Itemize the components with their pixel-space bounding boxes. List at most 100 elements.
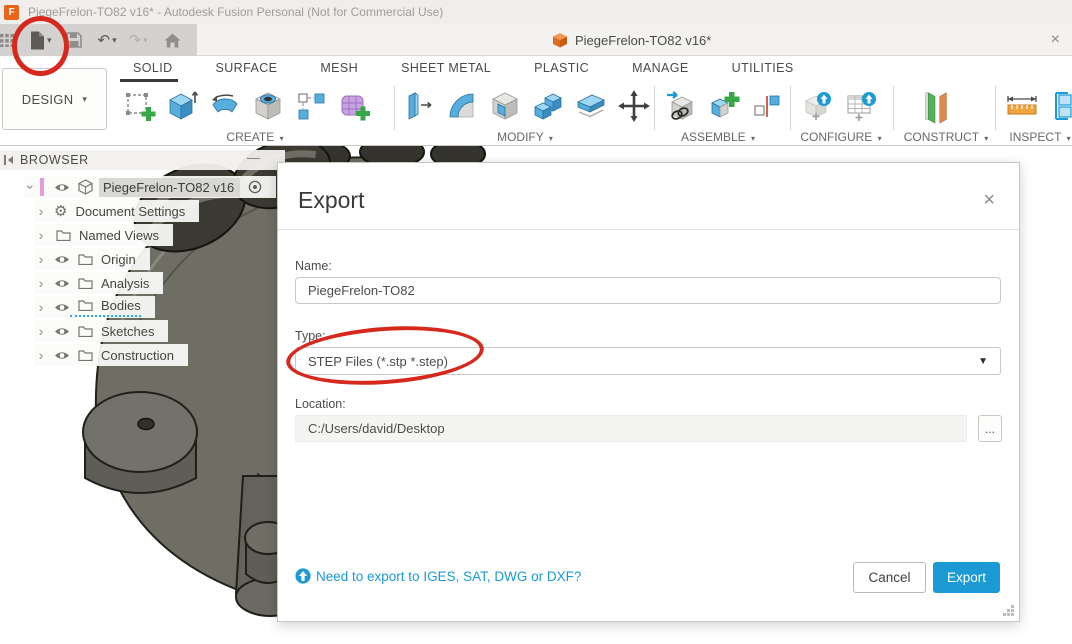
new-component-icon[interactable] bbox=[662, 86, 700, 126]
tab-plastic[interactable]: PLASTIC bbox=[534, 61, 589, 75]
browser-row-label: Document Settings bbox=[75, 204, 185, 219]
configure-caret-icon: ▾ bbox=[878, 134, 882, 143]
construct-caret-icon: ▾ bbox=[984, 134, 988, 143]
hole-icon[interactable] bbox=[249, 86, 287, 126]
tab-utilities[interactable]: UTILITIES bbox=[732, 61, 794, 75]
browser-header: BROWSER — bbox=[0, 150, 285, 170]
expand-chevron-icon[interactable]: › bbox=[23, 180, 39, 194]
browser-row-bodies[interactable]: › Bodies bbox=[34, 296, 155, 318]
create-caret-icon: ▾ bbox=[280, 134, 284, 143]
collapse-panel-icon[interactable] bbox=[4, 155, 14, 165]
export-help-link[interactable]: Need to export to IGES, SAT, DWG or DXF? bbox=[316, 569, 581, 584]
root-component-label[interactable]: PiegeFrelon-TO82 v16 bbox=[99, 178, 240, 197]
construct-group-label[interactable]: CONSTRUCT ▾ bbox=[885, 130, 1007, 144]
browser-row-sketches[interactable]: › Sketches bbox=[34, 320, 168, 342]
browse-location-button[interactable]: ... bbox=[978, 415, 1002, 442]
workspace-selector[interactable]: DESIGN ▾ bbox=[2, 68, 107, 130]
browser-root-row[interactable]: › PiegeFrelon-TO82 v16 bbox=[24, 176, 276, 198]
cancel-button[interactable]: Cancel bbox=[853, 562, 926, 593]
tab-sheet-metal[interactable]: SHEET METAL bbox=[401, 61, 491, 75]
visibility-eye-icon[interactable] bbox=[54, 278, 70, 289]
configuration-table-icon[interactable] bbox=[843, 86, 881, 126]
activate-component-radio[interactable] bbox=[248, 180, 262, 194]
modify-caret-icon: ▾ bbox=[549, 134, 553, 143]
home-icon bbox=[164, 33, 181, 48]
create-group-label[interactable]: CREATE ▾ bbox=[120, 130, 390, 144]
rigid-group-icon[interactable] bbox=[748, 86, 786, 126]
fillet-icon[interactable] bbox=[443, 86, 481, 126]
document-tab[interactable]: PiegeFrelon-TO82 v16* bbox=[552, 24, 711, 56]
browser-row-document-settings[interactable]: › ⚙ Document Settings bbox=[34, 200, 199, 222]
expand-chevron-icon[interactable]: › bbox=[34, 275, 48, 291]
browser-row-analysis[interactable]: › Analysis bbox=[34, 272, 163, 294]
tab-manage[interactable]: MANAGE bbox=[632, 61, 689, 75]
create-form-icon[interactable] bbox=[335, 86, 373, 126]
browser-row-named-views[interactable]: › Named Views bbox=[34, 224, 173, 246]
visibility-eye-icon[interactable] bbox=[54, 302, 70, 313]
move-copy-icon[interactable] bbox=[615, 86, 653, 126]
info-up-arrow-icon bbox=[295, 568, 311, 584]
name-input[interactable] bbox=[295, 277, 1001, 304]
browser-row-label: Analysis bbox=[101, 276, 149, 291]
export-help-row[interactable]: Need to export to IGES, SAT, DWG or DXF? bbox=[295, 568, 581, 584]
extrude-icon[interactable] bbox=[163, 86, 201, 126]
expand-chevron-icon[interactable]: › bbox=[34, 251, 48, 267]
dialog-close-button[interactable]: × bbox=[983, 189, 995, 212]
shell-icon[interactable] bbox=[486, 86, 524, 126]
create-sketch-icon[interactable] bbox=[120, 86, 158, 126]
folder-icon bbox=[56, 229, 71, 241]
configure-group bbox=[800, 84, 881, 128]
measure-icon[interactable] bbox=[1003, 86, 1041, 126]
panel-resize-handle[interactable]: — bbox=[247, 150, 260, 165]
joint-icon[interactable] bbox=[705, 86, 743, 126]
revolve-icon[interactable] bbox=[206, 86, 244, 126]
redo-button[interactable]: ↷ ▾ bbox=[129, 26, 148, 54]
fusion-logo-icon: F bbox=[4, 5, 19, 20]
tab-mesh[interactable]: MESH bbox=[320, 61, 358, 75]
location-value: C:/Users/david/Desktop bbox=[308, 421, 445, 436]
combine-icon[interactable] bbox=[529, 86, 567, 126]
assemble-caret-icon: ▾ bbox=[751, 134, 755, 143]
tab-solid[interactable]: SOLID bbox=[133, 61, 173, 75]
create-group bbox=[120, 84, 373, 128]
group-separator bbox=[394, 86, 395, 130]
press-pull-icon[interactable] bbox=[400, 86, 438, 126]
expand-chevron-icon[interactable]: › bbox=[34, 227, 48, 243]
expand-chevron-icon[interactable]: › bbox=[34, 299, 48, 315]
modify-group bbox=[400, 84, 653, 128]
visibility-eye-icon[interactable] bbox=[54, 254, 70, 265]
browser-row-construction[interactable]: › Construction bbox=[34, 344, 188, 366]
tab-surface[interactable]: SURFACE bbox=[216, 61, 278, 75]
location-field-label: Location: bbox=[295, 397, 346, 411]
visibility-eye-icon[interactable] bbox=[54, 350, 70, 361]
folder-icon bbox=[78, 325, 93, 337]
configure-group-label[interactable]: CONFIGURE ▾ bbox=[790, 130, 892, 144]
dialog-resize-grip[interactable] bbox=[1002, 604, 1015, 617]
export-button[interactable]: Export bbox=[933, 562, 1000, 593]
construct-group bbox=[916, 84, 954, 128]
redo-caret-icon: ▾ bbox=[143, 35, 148, 46]
browser-row-origin[interactable]: › Origin bbox=[34, 248, 150, 270]
bodies-underline-annotation: Bodies bbox=[70, 298, 141, 317]
assemble-group-label[interactable]: ASSEMBLE ▾ bbox=[652, 130, 784, 144]
home-view-button[interactable] bbox=[164, 26, 181, 54]
pattern-icon[interactable] bbox=[292, 86, 330, 126]
section-analysis-icon[interactable] bbox=[1046, 86, 1072, 126]
workspace-label: DESIGN bbox=[22, 92, 74, 107]
expand-chevron-icon[interactable]: › bbox=[34, 203, 48, 219]
expand-chevron-icon[interactable]: › bbox=[34, 323, 48, 339]
tab-close-button[interactable]: × bbox=[1051, 24, 1060, 56]
construction-plane-icon[interactable] bbox=[916, 86, 954, 126]
visibility-eye-icon[interactable] bbox=[54, 326, 70, 337]
modify-group-label[interactable]: MODIFY ▾ bbox=[400, 130, 650, 144]
split-body-icon[interactable] bbox=[572, 86, 610, 126]
undo-button[interactable]: ↶ ▾ bbox=[98, 26, 117, 54]
expand-chevron-icon[interactable]: › bbox=[34, 347, 48, 363]
active-tab-indicator bbox=[120, 79, 178, 82]
inspect-group-label[interactable]: INSPECT ▾ bbox=[1000, 130, 1072, 144]
group-separator bbox=[893, 86, 894, 130]
configuration-icon[interactable] bbox=[800, 86, 838, 126]
select-dropdown-arrow-icon: ▼ bbox=[978, 356, 988, 367]
visibility-eye-icon[interactable] bbox=[54, 182, 70, 193]
dialog-title: Export bbox=[298, 187, 364, 214]
